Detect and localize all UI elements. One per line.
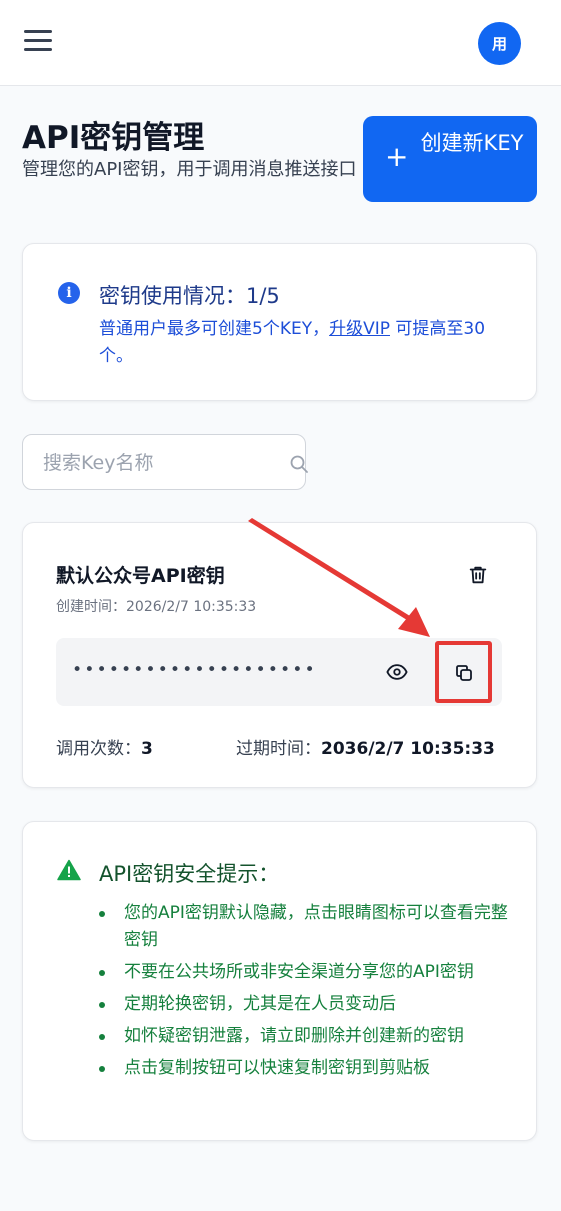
page-subtitle: 管理您的API密钥，用于调用消息推送接口 — [22, 159, 357, 180]
security-title: API密钥安全提示： — [99, 862, 280, 886]
menu-icon[interactable] — [24, 30, 52, 56]
page: 用 API密钥管理 管理您的API密钥，用于调用消息推送接口 + 创建新KEY … — [0, 0, 561, 1211]
list-item: 您的API密钥默认隐藏，点击眼睛图标可以查看完整密钥 — [99, 900, 509, 954]
call-count-value: 3 — [141, 739, 153, 759]
top-bar: 用 — [0, 0, 561, 86]
search-input[interactable] — [43, 445, 263, 481]
list-item: 点击复制按钮可以快速复制密钥到剪贴板 — [99, 1055, 509, 1082]
list-item: 定期轮换密钥，尤其是在人员变动后 — [99, 991, 509, 1018]
security-tips-list: 您的API密钥默认隐藏，点击眼睛图标可以查看完整密钥 不要在公共场所或非安全渠道… — [99, 900, 509, 1087]
upgrade-vip-link[interactable]: 升级VIP — [329, 319, 390, 339]
list-item: 不要在公共场所或非安全渠道分享您的API密钥 — [99, 959, 509, 986]
eye-icon[interactable] — [386, 662, 408, 682]
info-icon: i — [58, 282, 80, 304]
masked-key: •••••••••••••••••••• — [72, 660, 317, 680]
call-count-label: 调用次数： — [56, 739, 141, 759]
warning-icon — [57, 859, 81, 881]
usage-desc-text: 普通用户最多可创建5个KEY， — [99, 319, 330, 339]
call-count: 调用次数：3 — [56, 734, 153, 759]
annotation-arrow — [248, 518, 430, 637]
create-key-button[interactable]: + 创建新KEY — [363, 116, 537, 202]
plus-icon: + — [385, 140, 409, 173]
expire-time: 过期时间：2036/2/7 10:35:33 — [236, 734, 495, 759]
usage-card: i 密钥使用情况：1/5 普通用户最多可创建5个KEY，升级VIP 可提高至30… — [22, 243, 537, 401]
key-name: 默认公众号API密钥 — [56, 565, 225, 587]
key-value-row: •••••••••••••••••••• — [56, 638, 502, 706]
list-item: 如怀疑密钥泄露，请立即删除并创建新的密钥 — [99, 1023, 509, 1050]
security-tips-card: API密钥安全提示： 您的API密钥默认隐藏，点击眼睛图标可以查看完整密钥 不要… — [22, 821, 537, 1141]
key-created-time: 创建时间：2026/2/7 10:35:33 — [56, 599, 257, 615]
create-key-label: 创建新KEY — [420, 131, 524, 155]
search-box — [22, 434, 309, 490]
expire-time-value: 2036/2/7 10:35:33 — [321, 739, 495, 759]
usage-title: 密钥使用情况：1/5 — [99, 284, 280, 308]
page-title: API密钥管理 — [22, 120, 205, 156]
avatar[interactable]: 用 — [478, 22, 521, 65]
copy-icon[interactable] — [455, 664, 473, 682]
copy-highlight-box — [435, 641, 492, 703]
expire-time-label: 过期时间： — [236, 739, 321, 759]
usage-description: 普通用户最多可创建5个KEY，升级VIP 可提高至30个。 — [99, 316, 519, 370]
search-icon[interactable] — [289, 454, 309, 474]
trash-icon[interactable] — [467, 564, 489, 586]
